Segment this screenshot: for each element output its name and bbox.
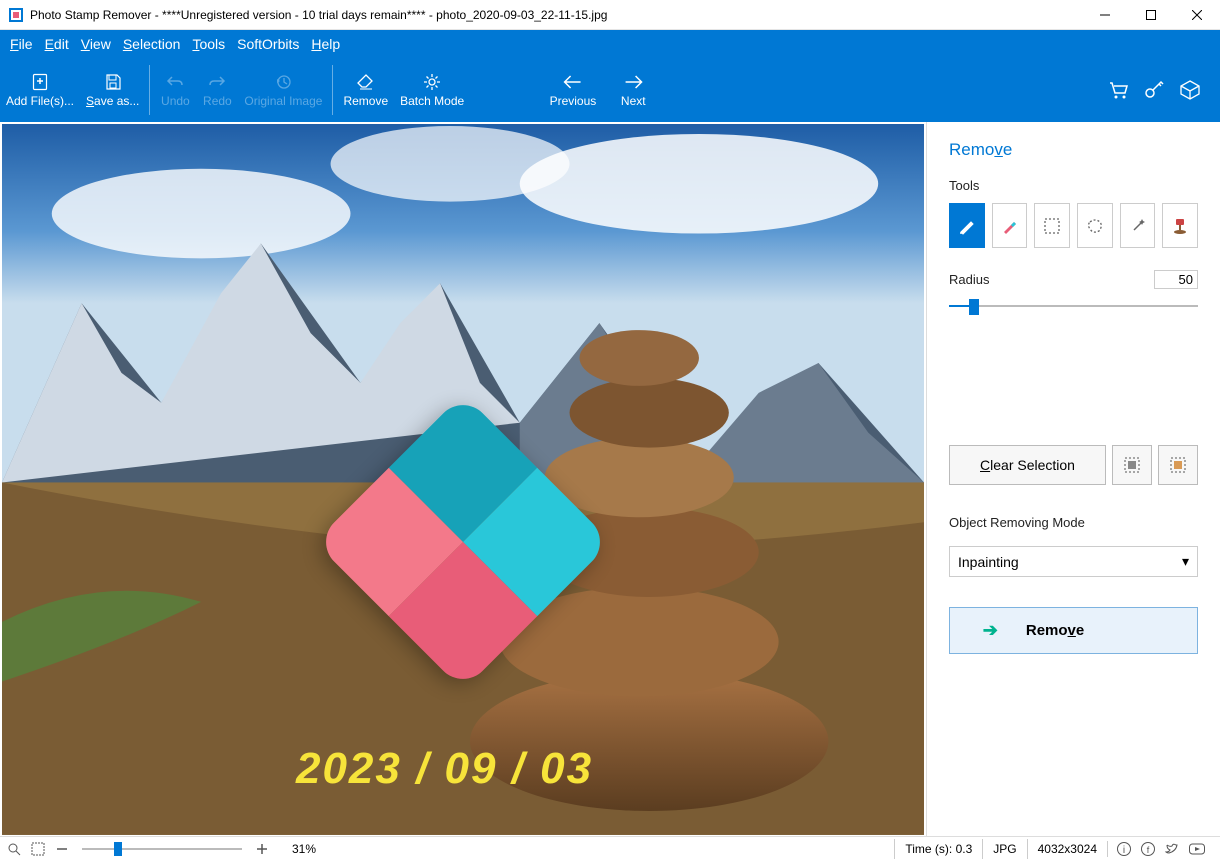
dimensions-label: 4032x3024 bbox=[1027, 839, 1107, 859]
arrow-right-icon bbox=[623, 72, 643, 92]
remove-button[interactable]: ➔ Remove bbox=[949, 607, 1198, 654]
tool-magic-wand[interactable] bbox=[1120, 203, 1156, 248]
app-icon bbox=[8, 7, 24, 23]
radius-input[interactable] bbox=[1154, 270, 1198, 289]
menu-selection[interactable]: Selection bbox=[123, 36, 181, 52]
canvas-area[interactable]: 2023 / 09 / 03 bbox=[0, 122, 926, 836]
add-files-button[interactable]: Add File(s)... bbox=[0, 58, 80, 122]
zoom-out-icon[interactable] bbox=[54, 841, 70, 857]
menu-file[interactable]: File bbox=[10, 36, 33, 52]
menu-help[interactable]: Help bbox=[311, 36, 340, 52]
zoom-slider[interactable] bbox=[82, 841, 242, 857]
svg-text:f: f bbox=[1147, 845, 1150, 855]
image-view: 2023 / 09 / 03 bbox=[2, 124, 924, 834]
tools-label: Tools bbox=[949, 178, 1198, 193]
format-label: JPG bbox=[982, 839, 1026, 859]
facebook-icon[interactable]: f bbox=[1140, 841, 1156, 857]
cart-icon[interactable] bbox=[1106, 78, 1130, 102]
time-label: Time (s): 0.3 bbox=[894, 839, 982, 859]
clear-selection-button[interactable]: Clear Selection bbox=[949, 445, 1106, 485]
menu-tools[interactable]: Tools bbox=[192, 36, 225, 52]
panel-title: Remove bbox=[949, 140, 1198, 160]
menu-softorbits[interactable]: SoftOrbits bbox=[237, 36, 299, 52]
main-area: 2023 / 09 / 03 Remove Tools Radius Cle bbox=[0, 122, 1220, 836]
twitter-icon[interactable] bbox=[1164, 841, 1180, 857]
remove-toolbar-button[interactable]: Remove bbox=[337, 58, 394, 122]
key-icon[interactable] bbox=[1142, 78, 1166, 102]
radius-slider[interactable] bbox=[949, 297, 1198, 315]
minimize-button[interactable] bbox=[1082, 0, 1128, 30]
menubar: File Edit View Selection Tools SoftOrbit… bbox=[0, 30, 1220, 58]
zoom-actual-icon[interactable] bbox=[6, 841, 22, 857]
next-button[interactable]: Next bbox=[612, 68, 654, 112]
deselect-button[interactable] bbox=[1112, 445, 1152, 485]
gear-icon bbox=[423, 72, 441, 92]
statusbar: 31% Time (s): 0.3 JPG 4032x3024 i f bbox=[0, 836, 1220, 861]
window-title: Photo Stamp Remover - ****Unregistered v… bbox=[30, 8, 1082, 22]
side-panel: Remove Tools Radius Clear Selection Obje… bbox=[926, 122, 1220, 836]
tool-marker[interactable] bbox=[949, 203, 985, 248]
select-color-button[interactable] bbox=[1158, 445, 1198, 485]
menu-view[interactable]: View bbox=[81, 36, 111, 52]
redo-button[interactable]: Redo bbox=[196, 58, 238, 122]
info-icon[interactable]: i bbox=[1116, 841, 1132, 857]
cube-icon[interactable] bbox=[1178, 78, 1202, 102]
eraser-icon bbox=[356, 72, 376, 92]
zoom-percent: 31% bbox=[292, 842, 316, 856]
zoom-in-icon[interactable] bbox=[254, 841, 270, 857]
chevron-down-icon: ▾ bbox=[1182, 553, 1189, 570]
original-image-button[interactable]: Original Image bbox=[238, 58, 328, 122]
undo-button[interactable]: Undo bbox=[154, 58, 196, 122]
menu-edit[interactable]: Edit bbox=[45, 36, 69, 52]
tool-rectangle-select[interactable] bbox=[1034, 203, 1070, 248]
add-file-icon bbox=[31, 72, 49, 92]
history-icon bbox=[274, 72, 292, 92]
object-mode-label: Object Removing Mode bbox=[949, 515, 1198, 530]
save-as-button[interactable]: Save as... bbox=[80, 58, 145, 122]
tool-color-marker[interactable] bbox=[992, 203, 1028, 248]
tool-freeform-select[interactable] bbox=[1077, 203, 1113, 248]
fit-screen-icon[interactable] bbox=[30, 841, 46, 857]
arrow-left-icon bbox=[563, 72, 583, 92]
arrow-right-icon: ➔ bbox=[983, 620, 998, 641]
date-stamp: 2023 / 09 / 03 bbox=[296, 744, 593, 794]
redo-icon bbox=[208, 72, 226, 92]
close-button[interactable] bbox=[1174, 0, 1220, 30]
previous-button[interactable]: Previous bbox=[544, 68, 603, 112]
toolbar: Add File(s)... Save as... Undo Redo Orig… bbox=[0, 58, 1220, 122]
titlebar: Photo Stamp Remover - ****Unregistered v… bbox=[0, 0, 1220, 30]
svg-text:i: i bbox=[1123, 845, 1125, 856]
maximize-button[interactable] bbox=[1128, 0, 1174, 30]
undo-icon bbox=[166, 72, 184, 92]
youtube-icon[interactable] bbox=[1188, 841, 1206, 857]
radius-label: Radius bbox=[949, 272, 989, 287]
save-icon bbox=[104, 72, 122, 92]
tool-clone-stamp[interactable] bbox=[1162, 203, 1198, 248]
batch-mode-button[interactable]: Batch Mode bbox=[394, 58, 470, 122]
mode-dropdown[interactable]: Inpainting ▾ bbox=[949, 546, 1198, 577]
